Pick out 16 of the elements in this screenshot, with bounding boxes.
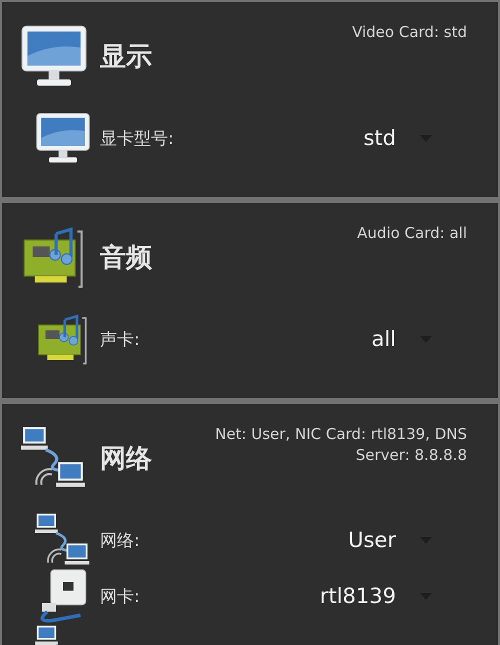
dropdown[interactable]: rtl8139	[280, 584, 440, 608]
section-title: 网络	[100, 442, 152, 476]
dropdown[interactable]: all	[280, 327, 440, 351]
field-label: 显卡型号:	[100, 128, 175, 150]
monitor-icon	[20, 23, 88, 89]
section-title: 显示	[100, 40, 152, 74]
field-label: 声卡:	[100, 328, 141, 350]
dropdown[interactable]: User	[280, 528, 440, 552]
section-summary: Net: User, NIC Card: rtl8139, DNS Server: 8.8.8.8	[214, 424, 467, 466]
network-computers-icon	[35, 624, 58, 645]
field-label: 网络:	[100, 530, 141, 552]
section-title: 音频	[100, 242, 152, 274]
section-summary: Audio Card: all	[357, 223, 467, 244]
section-summary: Video Card: std	[352, 22, 467, 43]
dropdown[interactable]: std	[280, 126, 440, 150]
field-label: 网卡:	[100, 586, 141, 608]
